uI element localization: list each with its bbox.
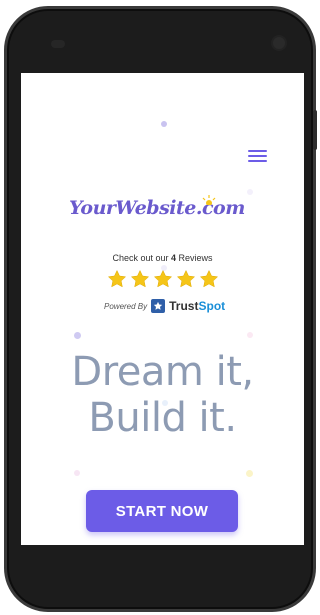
star-icon <box>176 269 196 288</box>
trustspot-brand-trust: Trust <box>169 299 199 313</box>
decor-dot <box>247 332 253 338</box>
start-now-button[interactable]: START NOW <box>86 490 238 532</box>
powered-by-label: Powered By <box>104 301 148 311</box>
star-rating <box>107 269 219 293</box>
decor-dot <box>161 121 167 127</box>
hero-line-2: Build it. <box>88 395 237 441</box>
decor-dot <box>246 470 253 477</box>
powered-by-trustspot[interactable]: Powered By TrustSpot <box>104 299 225 313</box>
trustspot-brand-spot: Spot <box>198 299 226 313</box>
phone-screen: YourWebsite.com Check out our 4 Reviews … <box>21 73 304 545</box>
logo-sun-icon <box>202 195 216 205</box>
reviews-prefix: Check out our <box>112 253 171 263</box>
trustspot-star-icon <box>151 299 166 313</box>
hamburger-menu-icon[interactable] <box>247 148 269 164</box>
star-icon <box>107 269 127 288</box>
decor-dot <box>74 470 80 476</box>
star-icon <box>199 269 219 288</box>
star-icon <box>130 269 150 288</box>
trustspot-brand: TrustSpot <box>169 299 225 313</box>
site-logo[interactable]: YourWebsite.com <box>69 197 245 219</box>
hero-headline: Dream it, Build it. <box>21 349 304 441</box>
decor-dot <box>74 332 81 339</box>
front-camera <box>273 37 285 49</box>
decor-dot <box>247 189 253 195</box>
star-icon <box>153 269 173 288</box>
volume-button <box>313 110 317 150</box>
speaker-grille <box>51 40 65 48</box>
reviews-suffix: Reviews <box>176 253 213 263</box>
reviews-summary[interactable]: Check out our 4 Reviews <box>21 253 304 263</box>
hero-line-1: Dream it, <box>71 349 254 395</box>
